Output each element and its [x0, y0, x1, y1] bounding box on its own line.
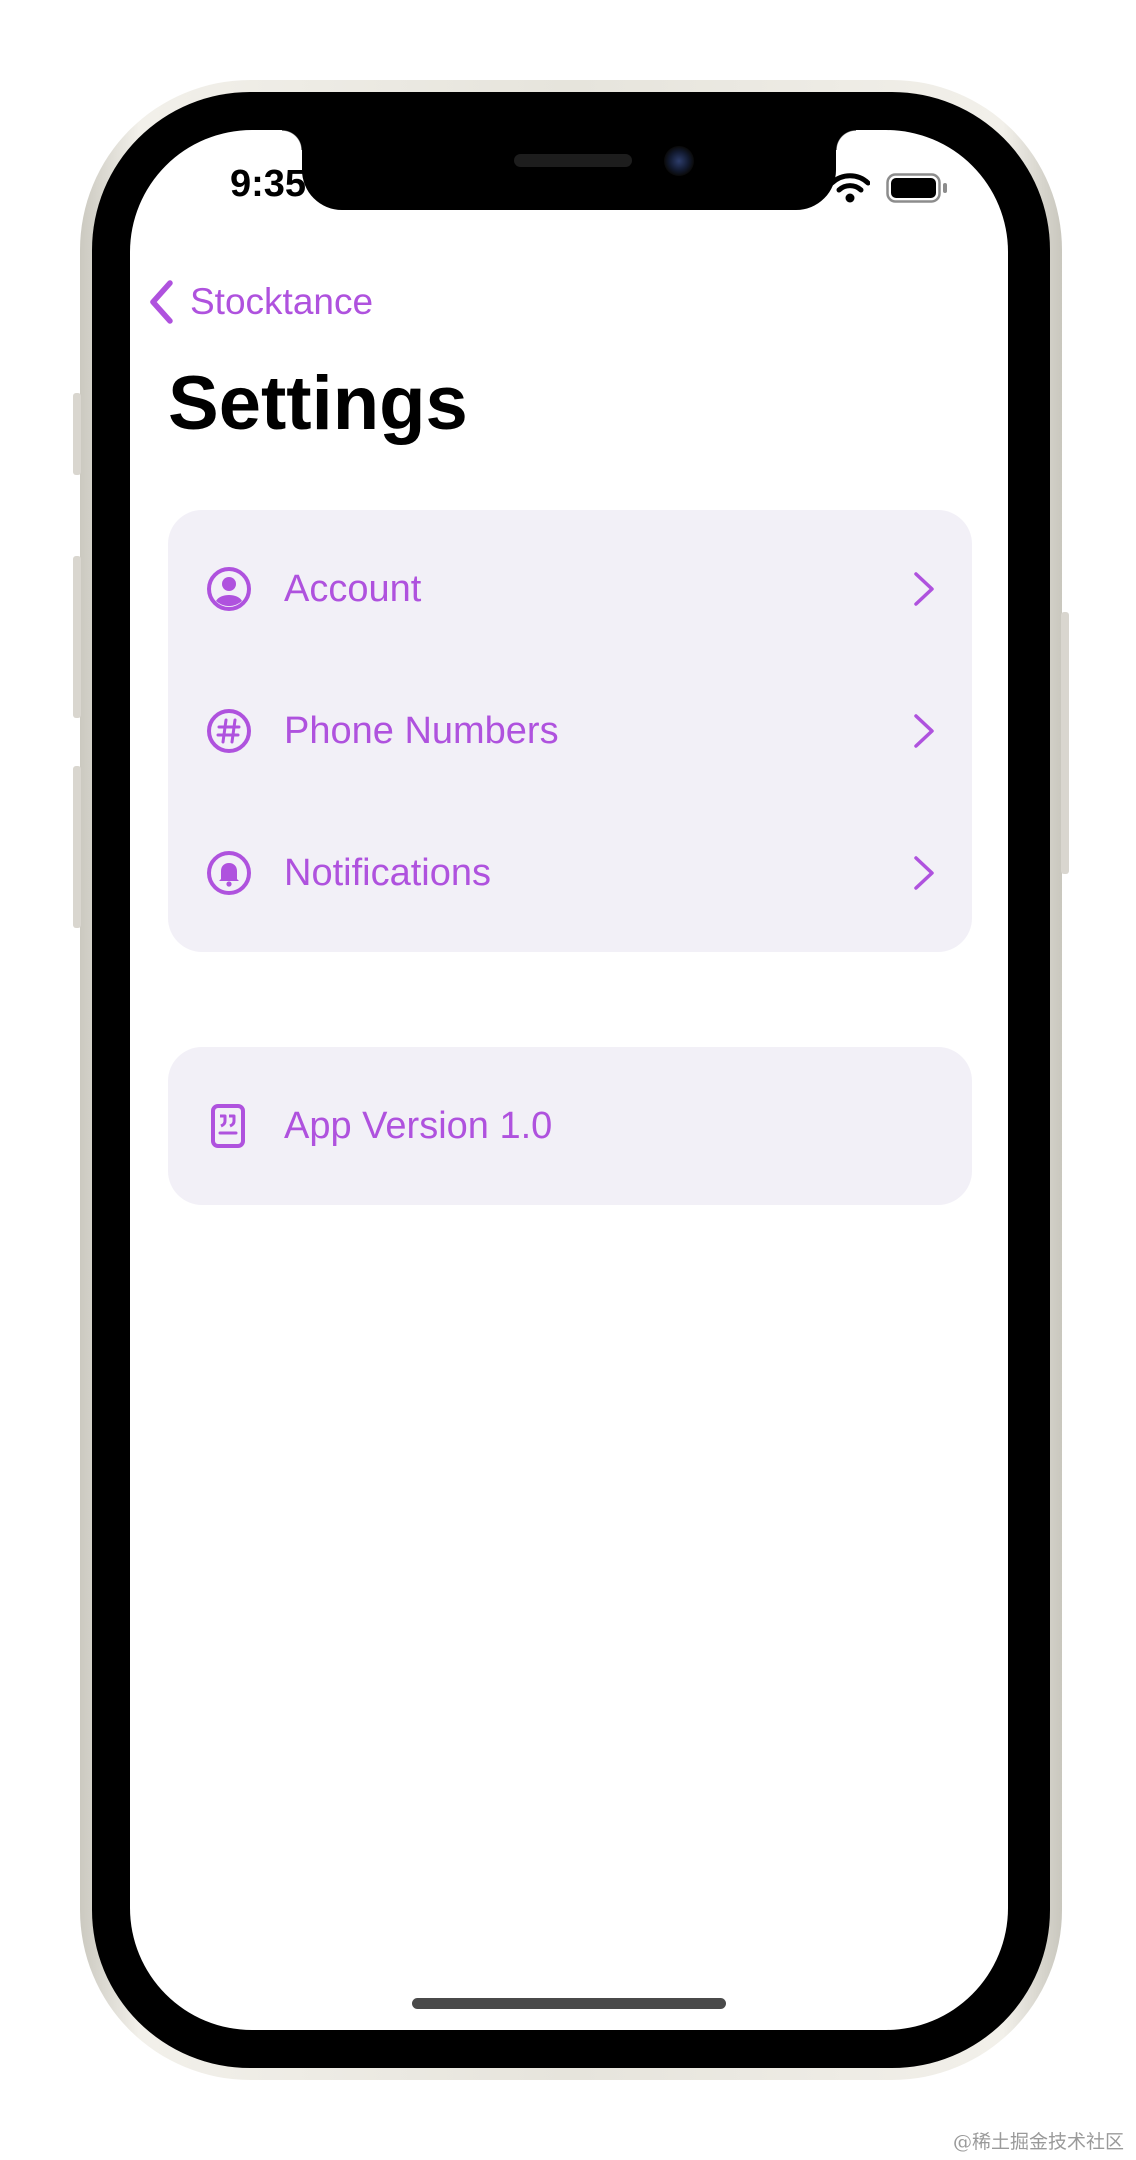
silent-switch — [73, 393, 81, 475]
number-circle-icon — [207, 709, 251, 753]
chevron-right-icon — [914, 572, 934, 606]
volume-up-button — [73, 556, 81, 718]
page-title: Settings — [168, 361, 468, 446]
person-circle-icon — [207, 567, 251, 611]
watermark: @稀土掘金技术社区 — [952, 2131, 1124, 2153]
notifications-label: Notifications — [284, 851, 491, 894]
chevron-right-icon — [914, 714, 934, 748]
app-version-row: App Version 1.0 — [168, 1055, 972, 1197]
notch — [282, 130, 856, 210]
front-camera — [664, 146, 694, 176]
speaker-grille — [514, 154, 632, 167]
home-indicator — [412, 1998, 726, 2009]
bell-circle-icon — [207, 851, 251, 895]
back-label: Stocktance — [190, 281, 374, 322]
settings-group: Account Phone Numbers Notifications — [168, 510, 972, 952]
quote-bubble-icon — [211, 1104, 245, 1148]
app-info-group: App Version 1.0 — [168, 1047, 972, 1205]
status-time: 9:35 — [230, 163, 307, 205]
chevron-right-icon — [914, 856, 934, 890]
back-button[interactable]: Stocktance — [148, 274, 373, 330]
wifi-icon — [830, 173, 870, 203]
volume-down-button — [73, 766, 81, 928]
battery-icon — [886, 173, 947, 203]
account-label: Account — [284, 567, 422, 610]
notifications-row[interactable]: Notifications — [168, 802, 972, 944]
account-row[interactable]: Account — [168, 518, 972, 660]
phone-numbers-label: Phone Numbers — [284, 709, 559, 752]
app-version-label: App Version 1.0 — [284, 1104, 553, 1147]
screen: 9:35 Stocktance Settings Account Phone N… — [130, 130, 1008, 2030]
chevron-left-icon — [150, 280, 173, 324]
phone-numbers-row[interactable]: Phone Numbers — [168, 660, 972, 802]
power-button — [1061, 612, 1069, 874]
